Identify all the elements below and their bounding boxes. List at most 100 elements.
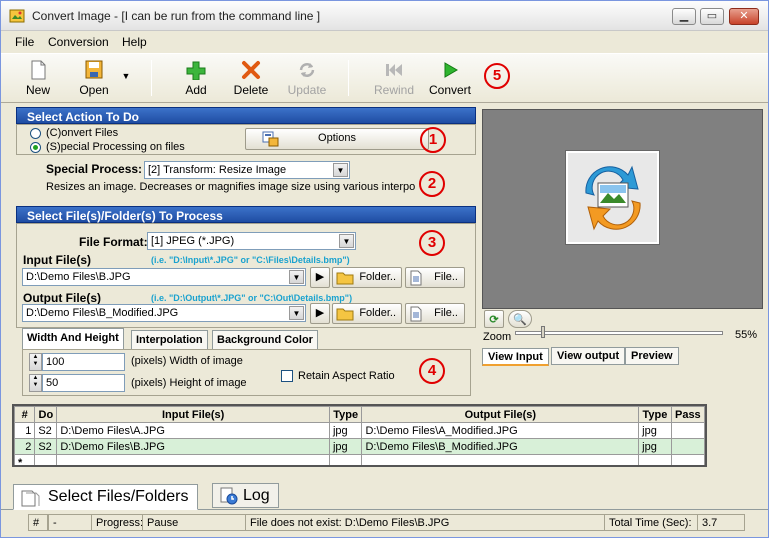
options-button[interactable]: Options	[245, 128, 429, 150]
new-row-marker: *	[14, 454, 36, 465]
open-button[interactable]: Open	[73, 58, 115, 100]
file-grid[interactable]: # Do Input File(s) Type Output File(s) T…	[12, 404, 707, 467]
status-total-label: Total Time (Sec):	[604, 514, 700, 531]
log-icon	[220, 487, 238, 505]
input-folder-button[interactable]: Folder..	[332, 267, 402, 288]
tab-log[interactable]: Log	[212, 483, 279, 508]
play-icon	[444, 62, 458, 78]
status-total-value: 3.7	[697, 514, 745, 531]
input-files-hint: (i.e. "D:\Input\*.JPG" or "C:\Files\Deta…	[151, 255, 350, 265]
cell-empty	[56, 454, 330, 465]
tab-width-and-height[interactable]: Width And Height	[22, 328, 124, 350]
convert-button[interactable]: Convert	[427, 58, 473, 100]
input-file-button[interactable]: File..	[405, 267, 465, 288]
tab-select-files-folders[interactable]: Select Files/Folders	[13, 484, 198, 510]
table-row[interactable]: 1 S2 D:\Demo Files\A.JPG jpg D:\Demo Fil…	[14, 422, 705, 439]
rewind-button[interactable]: Rewind	[372, 58, 416, 100]
col-header-type[interactable]: Type	[328, 406, 363, 423]
title-bar: Convert Image - [I can be run from the c…	[1, 1, 768, 31]
output-file-button[interactable]: File..	[405, 303, 465, 324]
file-icon	[410, 270, 422, 286]
height-spinner[interactable]: ▲ ▼	[29, 374, 42, 392]
app-window: Convert Image - [I can be run from the c…	[0, 0, 769, 538]
update-button[interactable]: Update	[286, 58, 328, 100]
cell-input: D:\Demo Files\B.JPG	[56, 438, 330, 455]
col-header-type-out[interactable]: Type	[638, 406, 672, 423]
output-files-field[interactable]: D:\Demo Files\B_Modified.JPG ▼	[22, 304, 306, 322]
zoom-slider-track[interactable]	[515, 331, 723, 335]
cell-pass	[670, 438, 705, 455]
status-progress-value: Pause	[142, 514, 246, 531]
output-files-hint: (i.e. "D:\Output\*.JPG" or "C:\Out\Detai…	[151, 293, 353, 303]
input-files-label: Input File(s)	[23, 253, 91, 267]
col-header-pass[interactable]: Pass	[670, 406, 705, 423]
output-files-label: Output File(s)	[23, 291, 101, 305]
select-action-header: Select Action To Do	[16, 107, 476, 124]
convert-files-radio[interactable]	[30, 128, 41, 139]
chevron-down-icon: ▼	[333, 163, 348, 177]
chevron-down-icon: ▼	[289, 270, 304, 284]
cell-empty	[328, 454, 363, 465]
folder-icon	[336, 272, 354, 285]
menu-help[interactable]: Help	[122, 35, 147, 49]
open-dropdown-button[interactable]: ▼	[120, 68, 132, 110]
rewind-icon	[386, 64, 402, 76]
input-play-button[interactable]: ▶	[310, 267, 330, 288]
output-folder-button[interactable]: Folder..	[332, 303, 402, 324]
height-label: (pixels) Height of image	[131, 377, 247, 389]
status-dash: -	[48, 514, 92, 531]
tab-interpolation[interactable]: Interpolation	[131, 330, 208, 350]
col-header-input[interactable]: Input File(s)	[56, 406, 330, 423]
zoom-button[interactable]: 🔍	[508, 310, 532, 328]
new-document-icon	[31, 60, 46, 80]
tab-background-color[interactable]: Background Color	[212, 330, 318, 350]
col-header-do[interactable]: Do	[34, 406, 58, 423]
zoom-slider-thumb[interactable]	[541, 326, 545, 338]
delete-button[interactable]: Delete	[231, 58, 271, 100]
new-button[interactable]: New	[19, 58, 57, 100]
maximize-button[interactable]: ▭	[700, 8, 724, 25]
toolbar: New Open ▼ Add Delete Update Rewind Conv…	[1, 53, 768, 103]
chevron-down-icon: ▼	[339, 234, 354, 248]
output-play-button[interactable]: ▶	[310, 303, 330, 324]
status-message: File does not exist: D:\Demo Files\B.JPG	[245, 514, 605, 531]
menu-file[interactable]: File	[15, 35, 34, 49]
col-header-number[interactable]: #	[14, 406, 36, 423]
width-spinner[interactable]: ▲ ▼	[29, 353, 42, 371]
tab-preview[interactable]: Preview	[625, 347, 679, 365]
refresh-preview-button[interactable]: ⟳	[484, 310, 504, 328]
width-input[interactable]: 100	[42, 353, 125, 371]
cell-pass	[670, 422, 705, 439]
cell-type: jpg	[328, 438, 363, 455]
status-bar: # - Progress: Pause File does not exist:…	[11, 514, 761, 532]
app-icon	[9, 9, 25, 23]
cell-number: 2	[14, 438, 36, 455]
width-label: (pixels) Width of image	[131, 355, 243, 367]
tab-view-input[interactable]: View Input	[482, 348, 549, 366]
height-input[interactable]: 50	[42, 374, 125, 392]
col-header-output[interactable]: Output File(s)	[361, 406, 640, 423]
input-files-field[interactable]: D:\Demo Files\B.JPG ▼	[22, 268, 306, 286]
minimize-button[interactable]: ▁	[672, 8, 696, 25]
menu-conversion[interactable]: Conversion	[48, 35, 109, 49]
special-process-select[interactable]: [2] Transform: Resize Image ▼	[144, 161, 350, 179]
cell-empty	[670, 454, 705, 465]
add-button[interactable]: Add	[179, 58, 213, 100]
status-progress-label: Progress:	[91, 514, 147, 531]
file-format-select[interactable]: [1] JPEG (*.JPG) ▼	[147, 232, 356, 250]
window-title: Convert Image - [I can be run from the c…	[32, 9, 321, 23]
chevron-down-icon: ▼	[121, 71, 131, 81]
cell-input: D:\Demo Files\A.JPG	[56, 422, 330, 439]
special-process-label: Special Process:	[46, 162, 143, 176]
table-row[interactable]: 2 S2 D:\Demo Files\B.JPG jpg D:\Demo Fil…	[14, 438, 705, 455]
table-new-row[interactable]: *	[14, 454, 705, 465]
special-processing-radio[interactable]	[30, 142, 41, 153]
close-button[interactable]: ✕	[729, 8, 759, 25]
special-process-description: Resizes an image. Decreases or magnifies…	[46, 181, 416, 193]
cell-empty	[638, 454, 672, 465]
files-icon	[21, 490, 40, 507]
cell-do: S2	[34, 422, 58, 439]
retain-aspect-checkbox[interactable]	[281, 370, 293, 382]
table-header-row: # Do Input File(s) Type Output File(s) T…	[14, 406, 705, 423]
tab-view-output[interactable]: View output	[551, 347, 626, 365]
